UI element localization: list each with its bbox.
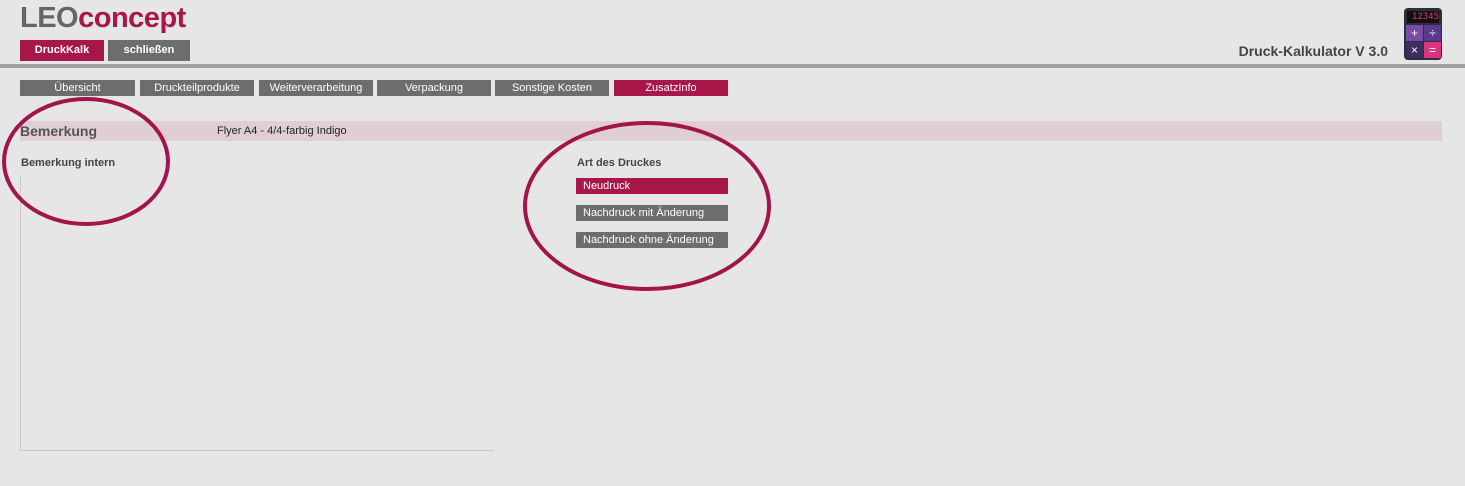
tab-zusatzinfo[interactable]: ZusatzInfo xyxy=(614,80,728,96)
header-separator xyxy=(0,64,1465,68)
tab-weiterverarbeitung[interactable]: Weiterverarbeitung xyxy=(259,80,373,96)
calculator-icon: 12345 + ÷ × = xyxy=(1404,8,1442,60)
tab-druckteilprodukte[interactable]: Druckteilprodukte xyxy=(140,80,254,96)
plus-icon: + xyxy=(1406,25,1423,41)
option-nachdruck-mit-aenderung[interactable]: Nachdruck mit Änderung xyxy=(576,205,728,221)
bemerkung-value[interactable]: Flyer A4 - 4/4-farbig Indigo xyxy=(217,125,347,137)
art-des-druckes-label: Art des Druckes xyxy=(577,157,662,169)
divide-icon: ÷ xyxy=(1424,25,1441,41)
tab-uebersicht[interactable]: Übersicht xyxy=(20,80,135,96)
bemerkung-intern-label: Bemerkung intern xyxy=(21,157,116,169)
app-title: Druck-Kalkulator V 3.0 xyxy=(1238,43,1388,59)
close-button[interactable]: schließen xyxy=(108,40,190,61)
tab-verpackung[interactable]: Verpackung xyxy=(377,80,491,96)
bemerkung-label: Bemerkung xyxy=(20,123,98,139)
druckkalk-button[interactable]: DruckKalk xyxy=(20,40,104,61)
logo-concept: concept xyxy=(78,2,186,34)
equals-icon: = xyxy=(1424,42,1441,58)
multiply-icon: × xyxy=(1406,42,1423,58)
leoconcept-logo: LEOconcept xyxy=(20,2,186,34)
logo-leo: LEO xyxy=(20,2,79,34)
bemerkung-intern-textarea[interactable] xyxy=(20,176,494,451)
tab-sonstige-kosten[interactable]: Sonstige Kosten xyxy=(495,80,609,96)
calculator-display: 12345 xyxy=(1407,11,1439,23)
option-nachdruck-ohne-aenderung[interactable]: Nachdruck ohne Änderung xyxy=(576,232,728,248)
option-neudruck[interactable]: Neudruck xyxy=(576,178,728,194)
